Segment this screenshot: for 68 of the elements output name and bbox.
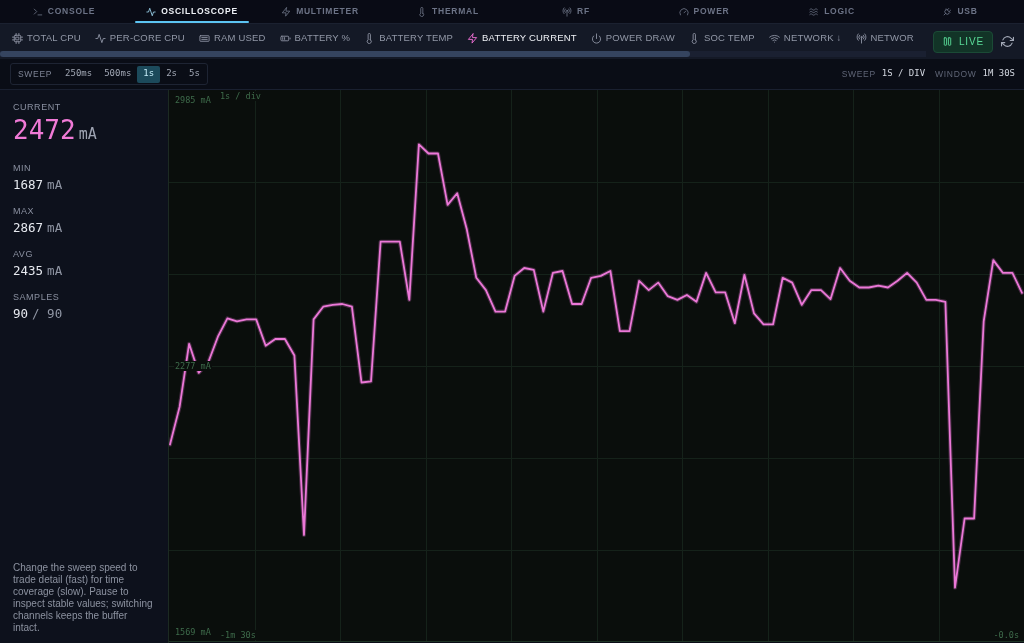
sweep-option[interactable]: 2s — [160, 65, 183, 83]
nav-tab[interactable]: MULTIMETER — [256, 0, 384, 23]
channel-tab[interactable]: NETWORK ↓ — [768, 28, 842, 48]
chip-icon — [12, 32, 23, 44]
refresh-button[interactable] — [1001, 35, 1014, 48]
stat-value: 2867 — [13, 220, 44, 236]
lightning-icon — [281, 6, 292, 17]
antenna-icon — [562, 6, 573, 17]
stat-unit: mA — [47, 177, 63, 193]
wifi-icon — [768, 32, 780, 44]
axis-label: 2277 mA — [174, 361, 212, 371]
nav-tab[interactable]: POWER — [640, 0, 768, 23]
nav-tab[interactable]: USB — [896, 0, 1024, 23]
scale-note: 1s / div — [219, 91, 262, 101]
live-button[interactable]: LIVE — [933, 30, 993, 53]
stat-unit: mA — [47, 263, 63, 279]
stat-value: 1687 — [13, 177, 44, 193]
scale-label: WINDOW — [935, 67, 977, 81]
nav-tab[interactable]: RF — [512, 0, 640, 23]
axis-label: -1m 30s — [219, 630, 257, 640]
terminal-icon — [32, 6, 43, 17]
pulse-icon — [146, 6, 157, 17]
nav-tab[interactable]: CONSOLE — [0, 0, 128, 23]
pause-icon — [942, 36, 953, 47]
power-icon — [590, 32, 602, 44]
axis-label: 1569 mA — [174, 626, 212, 637]
sweep-option[interactable]: 500ms — [98, 65, 138, 83]
scale-value: 1M 30S — [982, 67, 1015, 81]
stat-unit: / 90 — [32, 306, 63, 322]
nav-tab[interactable]: OSCILLOSCOPE — [128, 0, 256, 23]
sweep-label: SWEEP — [18, 67, 53, 81]
channel-tab[interactable]: TOTAL CPU — [12, 28, 81, 48]
channel-tab[interactable]: POWER DRAW — [590, 28, 675, 48]
sweep-option[interactable]: 250ms — [59, 65, 99, 83]
stat-unit: mA — [47, 220, 63, 236]
sweep-option[interactable]: 5s — [183, 65, 206, 83]
stat-label: AVG — [13, 248, 34, 260]
scale-label: SWEEP — [841, 67, 876, 81]
stat-label: CURRENT — [13, 101, 62, 113]
channel-tab[interactable]: BATTERY % — [279, 28, 351, 48]
stat-label: SAMPLES — [13, 291, 61, 303]
channel-tab[interactable]: NETWOR — [855, 28, 914, 48]
nav-tab[interactable]: THERMAL — [384, 0, 512, 23]
stat-value: 90 — [13, 306, 29, 322]
axis-label: -0.0s — [992, 630, 1020, 640]
memory-icon — [198, 32, 210, 44]
channel-tab[interactable]: RAM USED — [198, 28, 266, 48]
axis-label: 2985 mA — [174, 95, 212, 106]
channel-tab[interactable]: SOC TEMP — [688, 28, 755, 48]
stat-label: MAX — [13, 205, 36, 217]
help-text: Change the sweep speed to trade detail (fast) for time coverage (slow). Pause to inspect stable values; switching channels keeps the buffer intact. — [13, 562, 154, 634]
waves-icon — [809, 6, 820, 17]
gauge-icon — [678, 6, 689, 17]
current-value: 2472 — [13, 115, 76, 145]
stat-value: 2435 — [13, 263, 44, 279]
scrollbar[interactable] — [0, 51, 690, 57]
lightning-icon — [467, 32, 479, 44]
scale-value: 1S / DIV — [881, 67, 926, 81]
channel-tab[interactable]: BATTERY CURRENT — [467, 28, 577, 48]
antenna-icon — [855, 32, 867, 44]
pulse-icon — [94, 32, 106, 44]
sweep-option[interactable]: 1s — [137, 65, 161, 83]
channel-tab[interactable]: BATTERY TEMP — [364, 28, 454, 48]
channel-tab[interactable]: PER-CORE CPU — [94, 28, 185, 48]
plug-icon — [942, 6, 953, 17]
nav-tab[interactable]: LOGIC — [768, 0, 896, 23]
stat-label: MIN — [13, 162, 33, 174]
current-unit: mA — [78, 125, 97, 143]
